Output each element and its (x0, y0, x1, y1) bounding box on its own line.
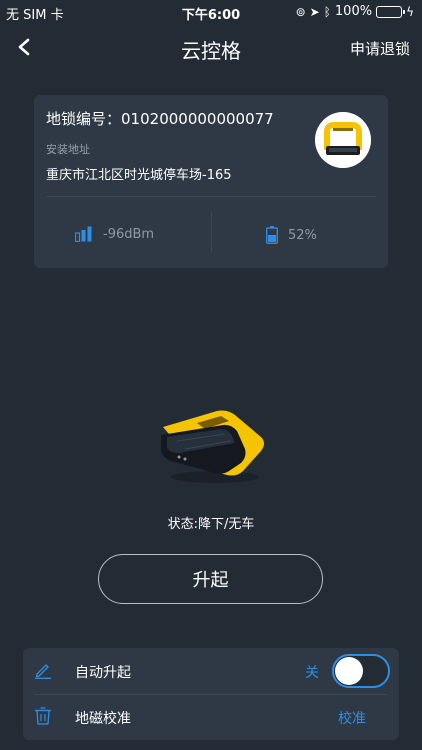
charging-icon: ϟ (406, 4, 414, 19)
orientation-lock-icon: ⊚ (295, 4, 306, 19)
address-value: 重庆市江北区时光城停车场-165 (46, 168, 232, 183)
parking-lock-illustration (161, 410, 264, 483)
device-status-text: 状态:降下/无车 (167, 517, 255, 532)
parking-lock-thumbnail (315, 112, 371, 168)
toggle-knob (335, 657, 363, 685)
lock-info-card: 地锁编号：0102000000000077 安装地址 重庆市江北区时光城停车场-… (34, 95, 388, 268)
calibrate-row: 地磁校准 校准 (23, 694, 399, 740)
request-unlock-button[interactable]: 申请退锁 (350, 38, 410, 59)
battery-icon (266, 226, 278, 244)
status-icons: ⊚ ➤ ᛒ 100% ϟ (296, 4, 414, 19)
lock-number-label: 地锁编号： (46, 110, 122, 128)
parking-lock-thumbnail-icon (315, 112, 371, 168)
auto-raise-state: 关 (305, 665, 319, 681)
status-bar: 无 SIM 卡 下午6:00 ⊚ ➤ ᛒ 100% ϟ (0, 0, 422, 24)
signal-value: -96dBm (103, 226, 155, 242)
pen-icon (35, 664, 51, 679)
raise-button[interactable]: 升起 (98, 554, 323, 604)
auto-raise-label: 自动升起 (75, 665, 131, 681)
settings-card: 自动升起 关 地磁校准 校准 (23, 648, 399, 740)
signal-bars-icon (75, 226, 92, 242)
location-icon: ➤ (309, 4, 320, 19)
auto-raise-row: 自动升起 关 (23, 648, 399, 694)
battery-percent-text: 100% (334, 4, 373, 19)
status-battery-icon (376, 5, 406, 18)
lock-number-value: 0102000000000077 (121, 110, 274, 128)
lock-number: 地锁编号：0102000000000077 (46, 108, 274, 129)
auto-raise-toggle[interactable] (332, 654, 390, 688)
metric-divider (211, 212, 212, 252)
signal-strength: -96dBm (75, 226, 154, 242)
trash-bin-icon (35, 707, 51, 725)
battery-value: 52% (288, 227, 317, 243)
address-label: 安装地址 (46, 143, 90, 156)
calibrate-button[interactable]: 校准 (338, 708, 366, 728)
calibrate-label: 地磁校准 (75, 711, 131, 727)
lock-battery: 52% (266, 226, 317, 244)
bluetooth-icon: ᛒ (323, 4, 331, 19)
card-divider (46, 196, 376, 197)
nav-bar: 云控格 申请退锁 (0, 24, 422, 70)
